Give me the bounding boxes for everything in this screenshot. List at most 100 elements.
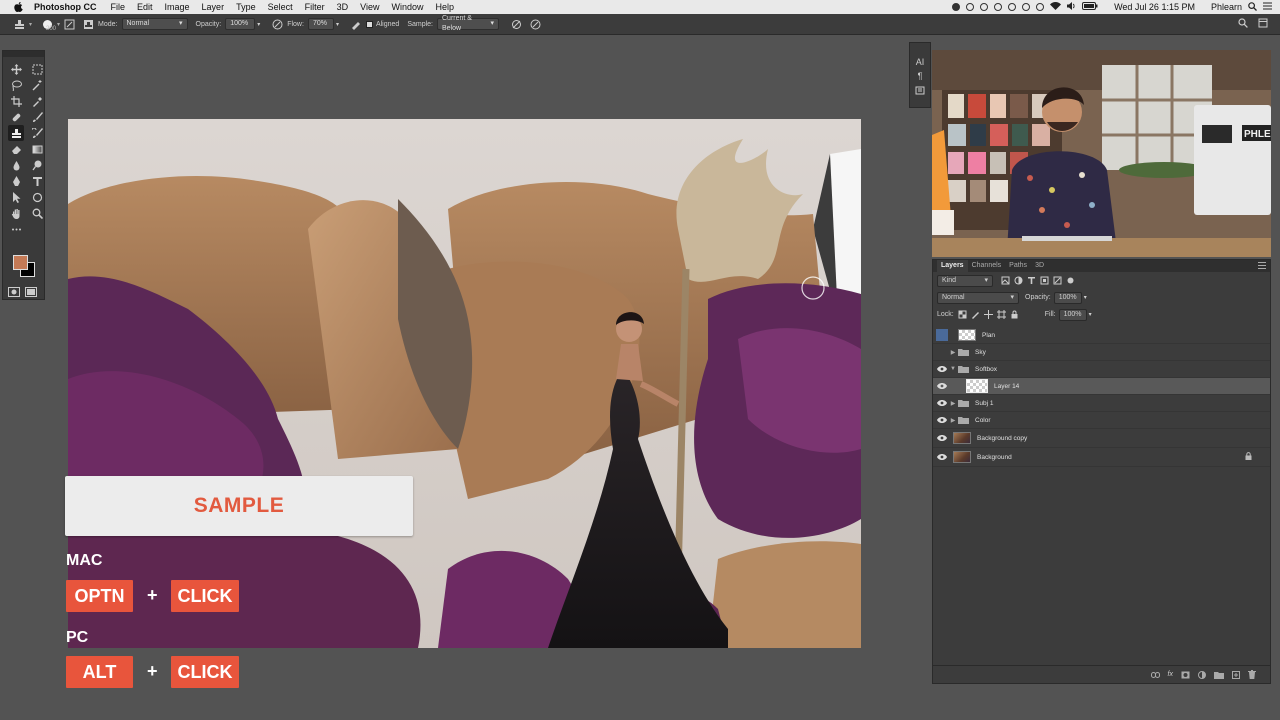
eye-icon[interactable] — [936, 430, 948, 446]
eye-icon[interactable] — [936, 412, 948, 428]
layer-filter-select[interactable]: Kind ▾ — [937, 274, 993, 287]
lock-icon[interactable] — [1245, 452, 1252, 462]
blend-mode-select[interactable]: Normal ▾ — [937, 291, 1019, 304]
layer-row-layer-14[interactable]: Layer 14 — [933, 378, 1270, 395]
path-selection-tool-icon[interactable] — [8, 189, 24, 205]
layer-row-background-copy[interactable]: Background copy — [933, 429, 1270, 448]
wifi-icon[interactable] — [1050, 2, 1062, 12]
menu-image[interactable]: Image — [159, 0, 196, 14]
add-mask-icon[interactable] — [1181, 671, 1190, 679]
camera-icon[interactable] — [1008, 3, 1017, 11]
more-tools-icon[interactable] — [8, 221, 24, 237]
menu-view[interactable]: View — [354, 0, 385, 14]
lock-artboard-icon[interactable] — [996, 310, 1006, 319]
clock[interactable]: Wed Jul 26 1:15 PM — [1114, 2, 1195, 12]
bluetooth-icon[interactable] — [1036, 3, 1045, 11]
filter-type-icon[interactable] — [1027, 276, 1036, 285]
new-group-icon[interactable] — [1214, 671, 1224, 679]
magic-wand-tool-icon[interactable] — [29, 77, 45, 93]
lock-position-icon[interactable] — [983, 310, 993, 319]
sync-icon[interactable] — [980, 3, 989, 11]
layer-row-softbox[interactable]: ▼ Softbox — [933, 361, 1270, 378]
adjustment-layer-icon[interactable] — [1198, 670, 1206, 679]
eye-icon[interactable] — [936, 449, 948, 465]
airbrush-icon[interactable] — [351, 19, 362, 30]
opacity-field[interactable]: 100% — [225, 18, 256, 30]
apple-icon[interactable] — [12, 1, 24, 13]
filter-pixel-icon[interactable] — [1001, 276, 1010, 285]
brush-chevron-icon[interactable]: ▾ — [57, 21, 60, 28]
opacity-chevron-icon[interactable]: ▾ — [257, 21, 260, 28]
layer-opacity-chevron-icon[interactable]: ▾ — [1084, 294, 1087, 301]
eyedropper-tool-icon[interactable] — [29, 93, 45, 109]
tab-paths[interactable]: Paths — [1005, 260, 1031, 272]
layer-row-color[interactable]: ▶ Color — [933, 412, 1270, 429]
menu-select[interactable]: Select — [262, 0, 299, 14]
menu-edit[interactable]: Edit — [131, 0, 159, 14]
lock-image-icon[interactable] — [971, 310, 980, 319]
zoom-tool-icon[interactable] — [29, 205, 45, 221]
menu-list-icon[interactable] — [1263, 2, 1272, 12]
search-icon[interactable] — [1238, 18, 1248, 30]
eye-icon[interactable] — [936, 395, 948, 411]
panel-menu-icon[interactable] — [1258, 262, 1266, 269]
blur-tool-icon[interactable] — [8, 157, 24, 173]
chevron-right-icon[interactable]: ▶ — [948, 417, 958, 424]
clone-source-icon[interactable] — [83, 19, 94, 30]
link-layers-icon[interactable] — [1150, 671, 1160, 678]
quick-mask-icon[interactable] — [8, 284, 20, 302]
filter-toggle-icon[interactable] — [1066, 276, 1075, 285]
brush-tool-icon[interactable] — [29, 109, 45, 125]
lock-all-icon[interactable] — [1010, 310, 1019, 319]
tab-layers[interactable]: Layers — [937, 260, 968, 272]
glyphs-panel-icon[interactable] — [915, 85, 925, 97]
menu-filter[interactable]: Filter — [299, 0, 331, 14]
workspace-icon[interactable] — [1258, 18, 1268, 30]
menu-window[interactable]: Window — [385, 0, 429, 14]
clone-stamp-tool-icon[interactable] — [14, 19, 25, 30]
tab-channels[interactable]: Channels — [968, 260, 1006, 272]
visibility-off-icon[interactable] — [936, 344, 948, 360]
marquee-tool-icon[interactable] — [29, 61, 45, 77]
lock-transparent-icon[interactable] — [958, 310, 967, 319]
record-icon[interactable] — [952, 3, 961, 11]
app-name[interactable]: Photoshop CC — [30, 2, 105, 12]
brush-panel-icon[interactable] — [64, 19, 75, 30]
eye-icon[interactable] — [936, 361, 948, 377]
eraser-tool-icon[interactable] — [8, 141, 24, 157]
crop-tool-icon[interactable] — [8, 93, 24, 109]
ellipse-tool-icon[interactable] — [29, 189, 45, 205]
fill-chevron-icon[interactable]: ▾ — [1089, 311, 1092, 318]
document-canvas[interactable] — [68, 119, 861, 648]
layer-row-background[interactable]: Background — [933, 448, 1270, 467]
chevron-right-icon[interactable]: ▶ — [948, 349, 958, 356]
flow-chevron-icon[interactable]: ▾ — [336, 21, 339, 28]
pen-tool-icon[interactable] — [8, 173, 24, 189]
eye-icon[interactable] — [936, 378, 948, 394]
filter-adjustment-icon[interactable] — [1014, 276, 1023, 285]
dodge-tool-icon[interactable] — [29, 157, 45, 173]
user-name[interactable]: Phlearn — [1211, 2, 1242, 12]
filter-smart-object-icon[interactable] — [1053, 276, 1062, 285]
trash-icon[interactable] — [1248, 670, 1256, 679]
time-machine-icon[interactable] — [1022, 3, 1031, 11]
menu-help[interactable]: Help — [429, 0, 460, 14]
type-tool-icon[interactable] — [29, 173, 45, 189]
menu-3d[interactable]: 3D — [331, 0, 355, 14]
menu-layer[interactable]: Layer — [196, 0, 231, 14]
lasso-tool-icon[interactable] — [8, 77, 24, 93]
menu-file[interactable]: File — [105, 0, 132, 14]
new-layer-icon[interactable] — [1232, 670, 1240, 679]
foreground-color-swatch[interactable] — [13, 255, 28, 270]
flow-field[interactable]: 70% — [307, 18, 334, 30]
menu-type[interactable]: Type — [230, 0, 262, 14]
chevron-right-icon[interactable]: ▶ — [948, 400, 958, 407]
cc-icon[interactable] — [966, 3, 975, 11]
ignore-adjustment-icon[interactable] — [511, 19, 522, 30]
search-icon[interactable] — [1248, 1, 1257, 13]
tab-3d[interactable]: 3D — [1031, 260, 1048, 272]
volume-icon[interactable] — [1067, 2, 1076, 12]
filter-shape-icon[interactable] — [1040, 276, 1049, 285]
clone-stamp-tool-icon[interactable] — [8, 125, 24, 141]
sample-select[interactable]: Current & Below ▾ — [437, 15, 499, 32]
